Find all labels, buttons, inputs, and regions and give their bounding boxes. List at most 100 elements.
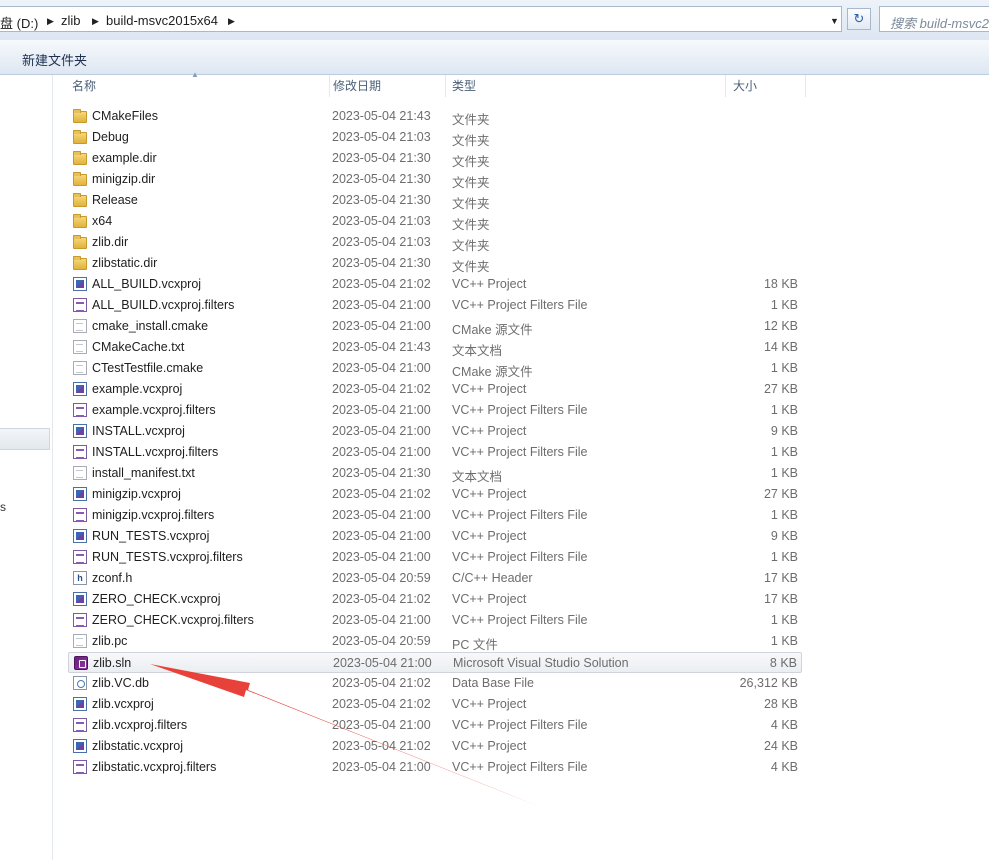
file-row[interactable]: zlib.sln 2023-05-04 21:00 Microsoft Visual… bbox=[68, 652, 802, 673]
file-row[interactable]: CMakeCache.txt 2023-05-04 21:43 文本文档 14 KB bbox=[68, 337, 802, 358]
file-row[interactable]: h zconf.h 2023-05-04 20:59 C/C++ Header 17 K… bbox=[68, 568, 802, 589]
file-name[interactable]: zlib.dir bbox=[92, 235, 128, 249]
refresh-button[interactable]: ↻ bbox=[847, 8, 871, 30]
file-name[interactable]: INSTALL.vcxproj.filters bbox=[92, 445, 218, 459]
navigation-pane[interactable]: s bbox=[0, 75, 53, 860]
file-name[interactable]: example.vcxproj.filters bbox=[92, 403, 216, 417]
file-name[interactable]: ALL_BUILD.vcxproj bbox=[92, 277, 201, 291]
file-name[interactable]: CTestTestfile.cmake bbox=[92, 361, 203, 375]
chevron-right-icon[interactable]: ▶ bbox=[92, 16, 99, 27]
search-input[interactable]: 搜索 build-msvc2015x64 bbox=[879, 6, 989, 32]
file-type: 文件夹 bbox=[452, 239, 490, 253]
breadcrumb-drive[interactable]: 盘 (D:) bbox=[0, 13, 38, 32]
file-name[interactable]: CMakeCache.txt bbox=[92, 340, 184, 354]
file-size: 9 KB bbox=[770, 529, 798, 543]
file-row[interactable]: zlib.vcxproj.filters 2023-05-04 21:00 VC++… bbox=[68, 715, 802, 736]
file-size: 1 KB bbox=[770, 403, 798, 417]
file-name[interactable]: CMakeFiles bbox=[92, 109, 158, 123]
file-name[interactable]: x64 bbox=[92, 214, 112, 228]
file-row[interactable]: INSTALL.vcxproj 2023-05-04 21:00 VC++ Proj… bbox=[68, 421, 802, 442]
breadcrumb-zlib[interactable]: zlib bbox=[61, 13, 81, 28]
file-type: VC++ Project bbox=[452, 592, 527, 606]
file-name[interactable]: minigzip.dir bbox=[92, 172, 155, 186]
file-name[interactable]: zlib.vcxproj bbox=[92, 697, 154, 711]
nav-selected-item[interactable] bbox=[0, 428, 50, 450]
file-row[interactable]: CMakeFiles 2023-05-04 21:43 文件夹 bbox=[68, 106, 802, 127]
file-name[interactable]: minigzip.vcxproj.filters bbox=[92, 508, 214, 522]
column-header-date[interactable]: 修改日期 bbox=[330, 75, 446, 97]
vcxproj-icon bbox=[73, 739, 87, 753]
file-row[interactable]: cmake_install.cmake 2023-05-04 21:00 CMake… bbox=[68, 316, 802, 337]
file-name[interactable]: zlib.VC.db bbox=[92, 676, 149, 690]
file-row[interactable]: zlibstatic.vcxproj 2023-05-04 21:02 VC++ P… bbox=[68, 736, 802, 757]
file-name[interactable]: ALL_BUILD.vcxproj.filters bbox=[92, 298, 234, 312]
file-row[interactable]: install_manifest.txt 2023-05-04 21:30 文本文档… bbox=[68, 463, 802, 484]
file-row[interactable]: ZERO_CHECK.vcxproj 2023-05-04 21:02 VC++ P… bbox=[68, 589, 802, 610]
file-name[interactable]: example.vcxproj bbox=[92, 382, 182, 396]
column-header-size[interactable]: 大小 bbox=[726, 75, 806, 97]
file-name[interactable]: zlib.vcxproj.filters bbox=[92, 718, 187, 732]
chevron-right-icon[interactable]: ▶ bbox=[228, 16, 235, 27]
file-row[interactable]: RUN_TESTS.vcxproj 2023-05-04 21:00 VC++ Pr… bbox=[68, 526, 802, 547]
file-row[interactable]: zlib.dir 2023-05-04 21:03 文件夹 bbox=[68, 232, 802, 253]
file-date: 2023-05-04 21:30 bbox=[332, 172, 431, 186]
vcxproj-icon bbox=[73, 592, 87, 606]
column-header-type[interactable]: 类型 bbox=[446, 75, 726, 97]
file-name[interactable]: zconf.h bbox=[92, 571, 132, 585]
chevron-right-icon[interactable]: ▶ bbox=[47, 16, 54, 27]
file-date: 2023-05-04 20:59 bbox=[332, 634, 431, 648]
breadcrumb-build-folder[interactable]: build-msvc2015x64 bbox=[106, 13, 218, 28]
file-name[interactable]: INSTALL.vcxproj bbox=[92, 424, 185, 438]
file-row[interactable]: zlibstatic.dir 2023-05-04 21:30 文件夹 bbox=[68, 253, 802, 274]
column-header-name[interactable]: 名称 bbox=[68, 75, 330, 97]
file-name[interactable]: Release bbox=[92, 193, 138, 207]
file-date: 2023-05-04 21:02 bbox=[332, 592, 431, 606]
filters-icon bbox=[73, 445, 87, 459]
file-row[interactable]: CTestTestfile.cmake 2023-05-04 21:00 CMake… bbox=[68, 358, 802, 379]
file-icon bbox=[73, 340, 87, 354]
file-name[interactable]: ZERO_CHECK.vcxproj.filters bbox=[92, 613, 254, 627]
file-row[interactable]: ALL_BUILD.vcxproj 2023-05-04 21:02 VC++ Pr… bbox=[68, 274, 802, 295]
file-row[interactable]: zlib.pc 2023-05-04 20:59 PC 文件 1 KB bbox=[68, 631, 802, 652]
file-row[interactable]: zlibstatic.vcxproj.filters 2023-05-04 21:… bbox=[68, 757, 802, 778]
file-row[interactable]: zlib.vcxproj 2023-05-04 21:02 VC++ Project… bbox=[68, 694, 802, 715]
breadcrumb[interactable]: 盘 (D:) ▶ zlib ▶ build-msvc2015x64 ▶ ▼ bbox=[0, 6, 842, 32]
new-folder-button[interactable]: 新建文件夹 bbox=[22, 50, 87, 69]
file-date: 2023-05-04 21:00 bbox=[332, 529, 431, 543]
file-name[interactable]: RUN_TESTS.vcxproj bbox=[92, 529, 209, 543]
file-name[interactable]: zlibstatic.dir bbox=[92, 256, 157, 270]
file-name[interactable]: ZERO_CHECK.vcxproj bbox=[92, 592, 221, 606]
file-name[interactable]: zlibstatic.vcxproj.filters bbox=[92, 760, 216, 774]
file-row[interactable]: minigzip.dir 2023-05-04 21:30 文件夹 bbox=[68, 169, 802, 190]
file-name[interactable]: example.dir bbox=[92, 151, 157, 165]
file-type: 文件夹 bbox=[452, 134, 490, 148]
file-row[interactable]: ZERO_CHECK.vcxproj.filters 2023-05-04 21:… bbox=[68, 610, 802, 631]
file-size: 1 KB bbox=[770, 445, 798, 459]
file-date: 2023-05-04 21:30 bbox=[332, 151, 431, 165]
file-row[interactable]: ALL_BUILD.vcxproj.filters 2023-05-04 21:0… bbox=[68, 295, 802, 316]
file-name[interactable]: install_manifest.txt bbox=[92, 466, 195, 480]
file-name[interactable]: minigzip.vcxproj bbox=[92, 487, 181, 501]
file-row[interactable]: minigzip.vcxproj.filters 2023-05-04 21:00… bbox=[68, 505, 802, 526]
file-row[interactable]: Debug 2023-05-04 21:03 文件夹 bbox=[68, 127, 802, 148]
file-name[interactable]: RUN_TESTS.vcxproj.filters bbox=[92, 550, 243, 564]
file-name[interactable]: Debug bbox=[92, 130, 129, 144]
file-name[interactable]: zlibstatic.vcxproj bbox=[92, 739, 183, 753]
file-row[interactable]: example.vcxproj.filters 2023-05-04 21:00 V… bbox=[68, 400, 802, 421]
file-row[interactable]: RUN_TESTS.vcxproj.filters 2023-05-04 21:0… bbox=[68, 547, 802, 568]
file-row[interactable]: minigzip.vcxproj 2023-05-04 21:02 VC++ Pro… bbox=[68, 484, 802, 505]
nav-item-fragment[interactable]: s bbox=[0, 500, 6, 514]
column-header-size-label: 大小 bbox=[733, 79, 758, 93]
file-row[interactable]: zlib.VC.db 2023-05-04 21:02 Data Base File… bbox=[68, 673, 802, 694]
file-row[interactable]: example.vcxproj 2023-05-04 21:02 VC++ Proj… bbox=[68, 379, 802, 400]
file-row[interactable]: x64 2023-05-04 21:03 文件夹 bbox=[68, 211, 802, 232]
file-row[interactable]: Release 2023-05-04 21:30 文件夹 bbox=[68, 190, 802, 211]
chevron-down-icon[interactable]: ▼ bbox=[830, 16, 839, 26]
file-name[interactable]: cmake_install.cmake bbox=[92, 319, 208, 333]
file-name[interactable]: zlib.pc bbox=[92, 634, 127, 648]
file-row[interactable]: INSTALL.vcxproj.filters 2023-05-04 21:00 V… bbox=[68, 442, 802, 463]
file-name[interactable]: zlib.sln bbox=[93, 656, 131, 670]
file-size: 4 KB bbox=[770, 718, 798, 732]
file-date: 2023-05-04 21:03 bbox=[332, 214, 431, 228]
file-row[interactable]: example.dir 2023-05-04 21:30 文件夹 bbox=[68, 148, 802, 169]
